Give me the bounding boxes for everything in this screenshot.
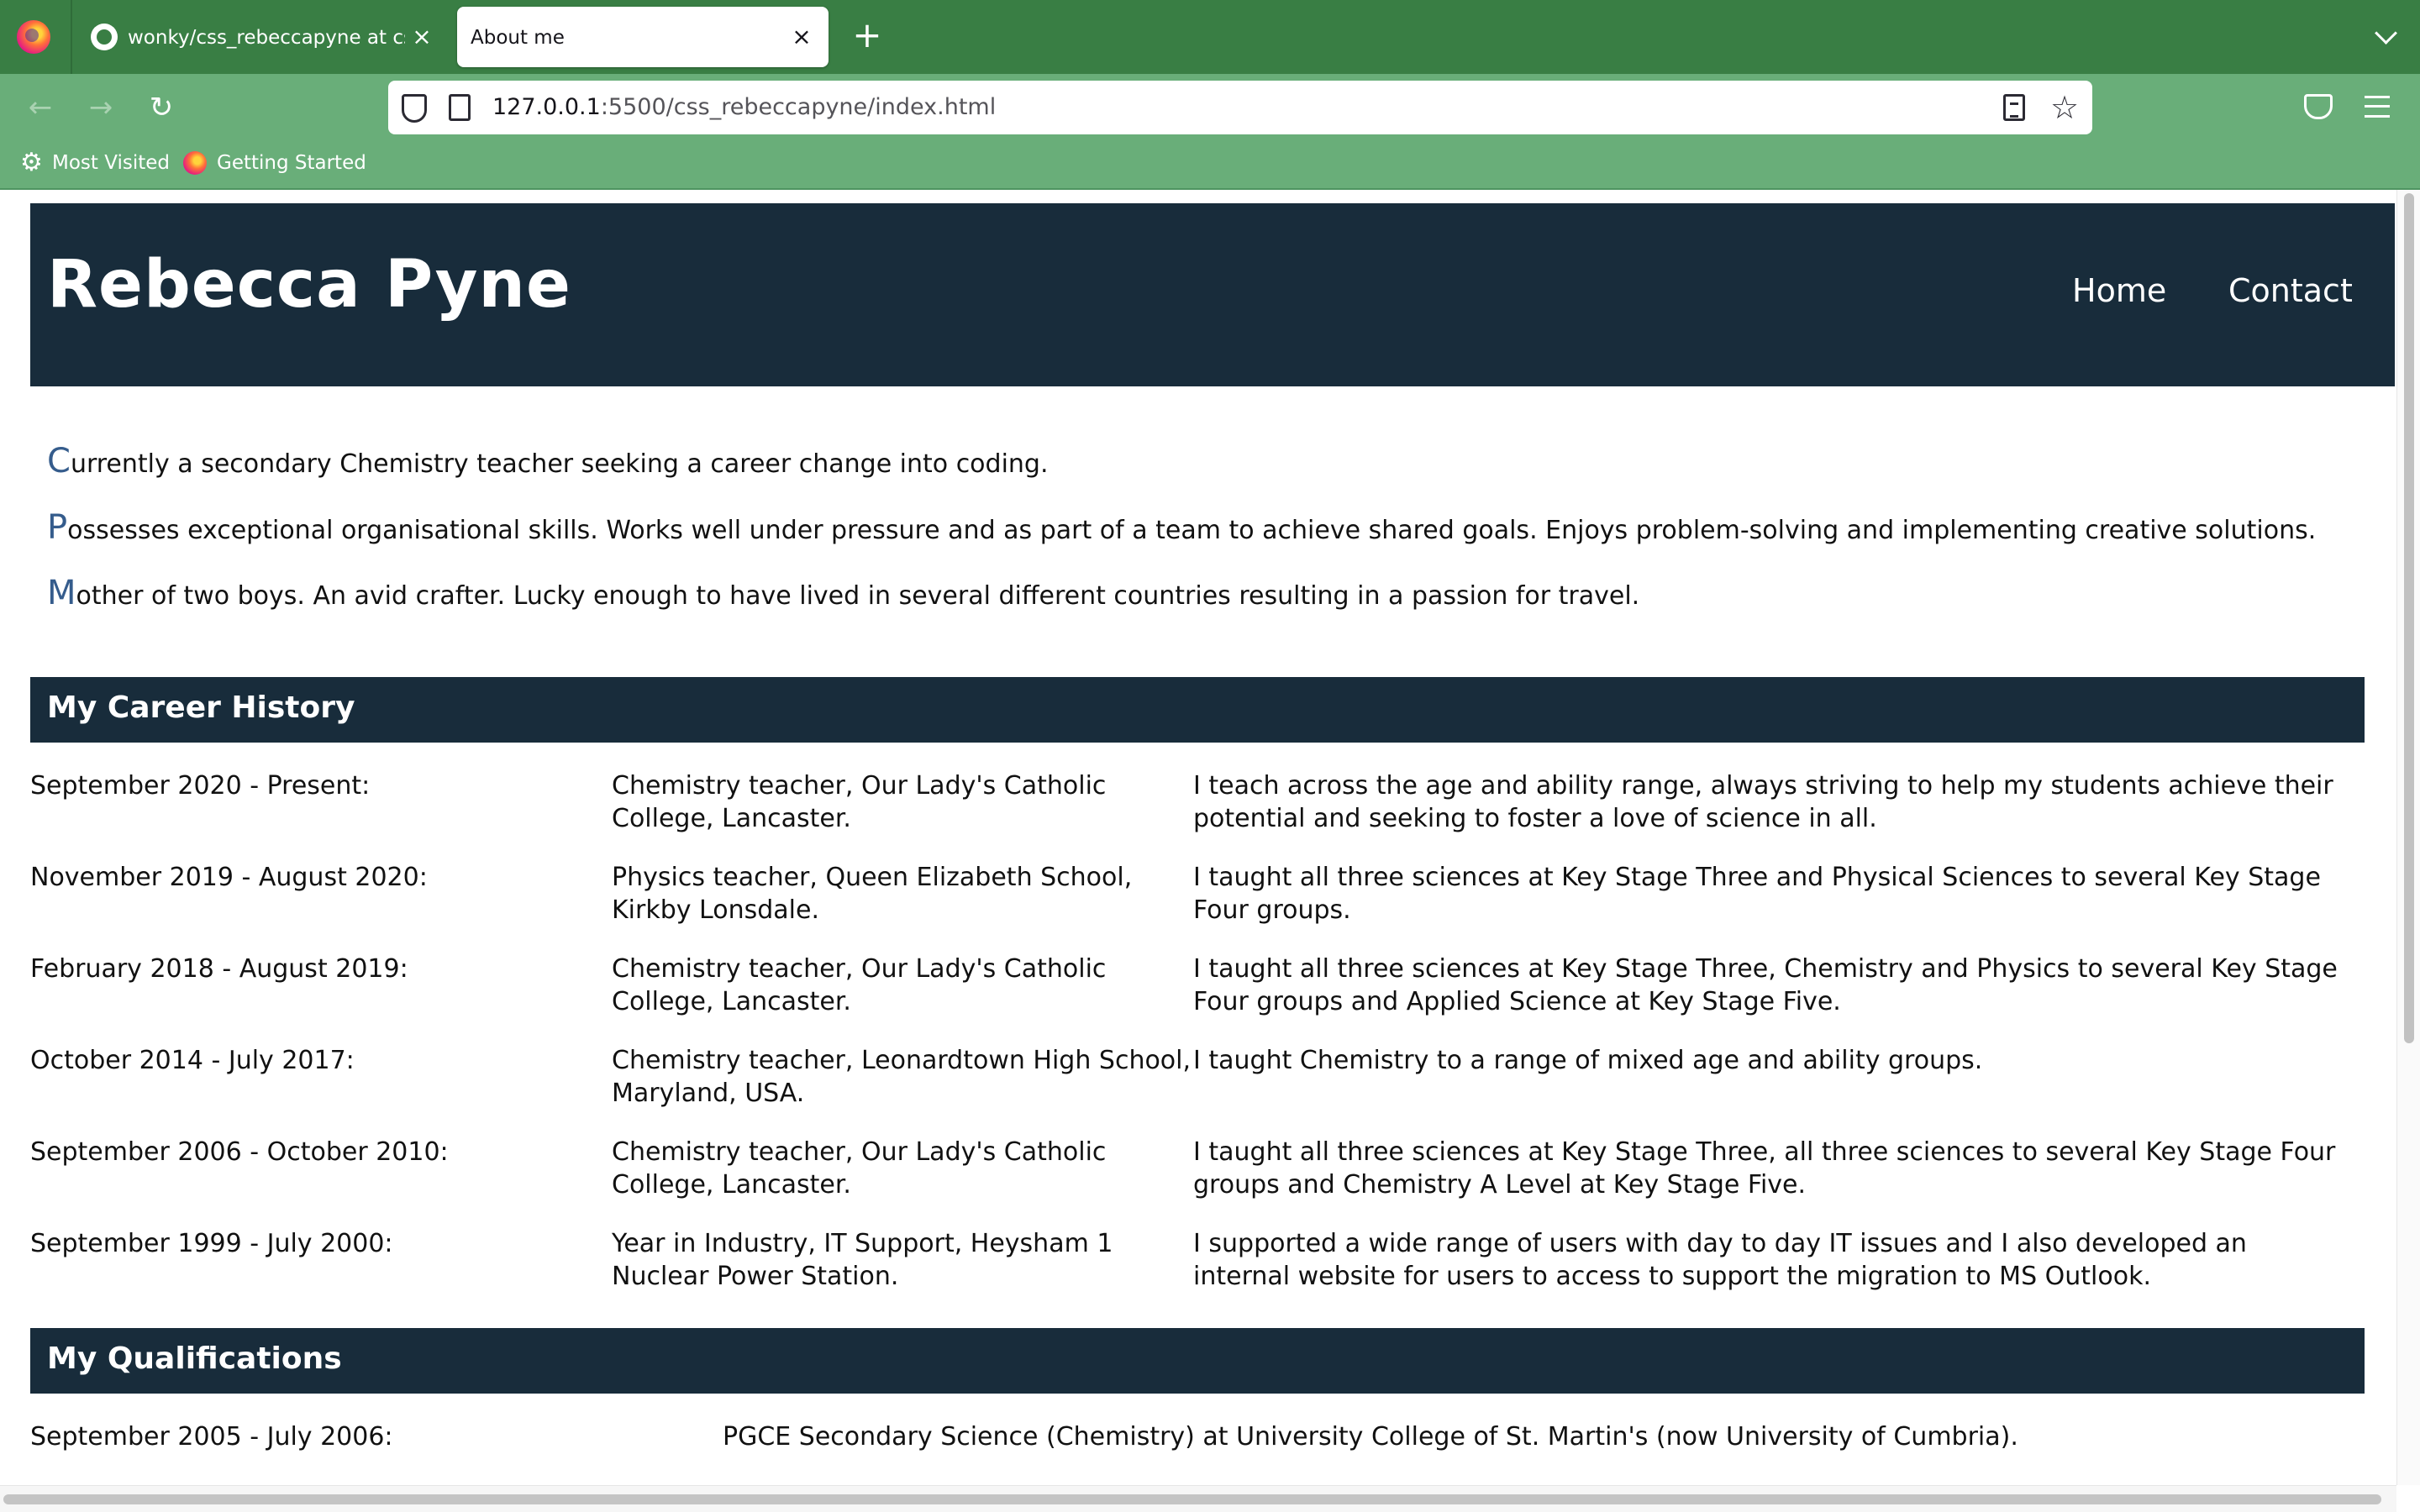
qualification-date: September 2005 - July 2006: [30,1422,393,1452]
tab-title: wonky/css_rebeccapyne at css_ [128,27,405,49]
tab-github[interactable]: wonky/css_rebeccapyne at css_ × [84,7,445,67]
back-arrow-icon[interactable]: ← [22,89,59,126]
career-date: October 2014 - July 2017: [30,1046,355,1075]
pocket-icon[interactable] [2304,94,2333,119]
career-description: I taught all three sciences at Key Stage… [1193,1136,2370,1201]
career-desc-line: I taught all three sciences at Key Stage… [1193,1137,2336,1167]
intro-text: ossesses exceptional organisational skil… [67,516,2317,545]
tab-title: About me [471,27,565,49]
nav-link-home[interactable]: Home [2072,272,2166,309]
shield-icon[interactable] [402,94,427,123]
tab-strip: wonky/css_rebeccapyne at css_ × About me… [0,0,2420,74]
tab-about-me[interactable]: About me × [457,7,829,67]
career-desc-line: internal website for users to access to … [1193,1262,2151,1291]
career-date: September 2020 - Present: [30,771,371,801]
career-desc-line: I taught all three sciences at Key Stage… [1193,863,2321,892]
career-desc-line: Four groups and Applied Science at Key S… [1193,987,1841,1016]
career-role-line: Chemistry teacher, Our Lady's Catholic [612,954,1107,984]
navigation-toolbar: ← → ↻ 127.0.0.1:5500/css_rebeccapyne/ind… [0,74,2420,141]
intro-paragraph: Possesses exceptional organisational ski… [47,508,2316,547]
career-desc-line: I taught all three sciences at Key Stage… [1193,954,2338,984]
github-icon [91,24,118,50]
career-description: I supported a wide range of users with d… [1193,1227,2370,1293]
career-role-line: Nuclear Power Station. [612,1262,899,1291]
career-description: I taught Chemistry to a range of mixed a… [1193,1044,2370,1077]
career-desc-line: I teach across the age and ability range… [1193,771,2333,801]
career-date: February 2018 - August 2019: [30,954,408,984]
career-role: Chemistry teacher, Leonardtown High Scho… [612,1044,1192,1110]
url-path: :5500/css_rebeccapyne/index.html [600,94,997,120]
intro-text: other of two boys. An avid crafter. Luck… [76,581,1640,611]
career-role-line: Chemistry teacher, Leonardtown High Scho… [612,1046,1192,1075]
career-date: September 1999 - July 2000: [30,1229,393,1258]
page-viewport: Rebecca Pyne Home Contact Currently a se… [0,190,2420,1512]
career-role-line: College, Lancaster. [612,987,851,1016]
forward-arrow-icon[interactable]: → [82,89,119,126]
career-role: Year in Industry, IT Support, Heysham 1 N… [612,1227,1192,1293]
intro-paragraph: Currently a secondary Chemistry teacher … [47,442,1049,480]
career-role-line: College, Lancaster. [612,804,851,833]
url-host: 127.0.0.1 [492,94,601,120]
drop-cap: C [47,442,71,480]
career-role-line: Chemistry teacher, Our Lady's Catholic [612,1137,1107,1167]
career-description: I taught all three sciences at Key Stage… [1193,953,2370,1018]
career-description: I taught all three sciences at Key Stage… [1193,861,2370,927]
career-role-line: Year in Industry, IT Support, Heysham 1 [612,1229,1113,1258]
section-title: My Career History [47,690,355,725]
new-tab-button[interactable]: + [849,18,886,55]
horizontal-scroll-thumb[interactable] [3,1494,2381,1504]
career-date: November 2019 - August 2020: [30,863,428,892]
url-text[interactable]: 127.0.0.1:5500/css_rebeccapyne/index.htm… [492,94,996,120]
career-role: Physics teacher, Queen Elizabeth School,… [612,861,1192,927]
horizontal-scrollbar[interactable] [0,1485,2396,1512]
career-role-line: College, Lancaster. [612,1170,851,1200]
bookmark-label: Getting Started [217,152,366,174]
career-date: September 2006 - October 2010: [30,1137,449,1167]
drop-cap: P [47,508,68,547]
reader-view-icon[interactable] [2003,94,2025,121]
section-title: My Qualifications [47,1341,342,1376]
bookmarks-toolbar: ⚙ Most Visited Getting Started [0,141,2420,190]
qualification-description: PGCE Secondary Science (Chemistry) at Un… [723,1422,2018,1452]
about-me-page: Rebecca Pyne Home Contact Currently a se… [0,190,2396,1485]
hamburger-menu-icon[interactable] [2365,96,2390,118]
gear-icon: ⚙ [20,148,43,177]
career-role-line: Kirkby Lonsdale. [612,895,819,925]
career-role-line: Physics teacher, Queen Elizabeth School, [612,863,1133,892]
career-desc-line: I supported a wide range of users with d… [1193,1229,2247,1258]
firefox-icon [183,151,207,175]
intro-text: urrently a secondary Chemistry teacher s… [70,449,1049,479]
close-tab-icon[interactable]: × [407,22,437,52]
bookmark-most-visited[interactable]: ⚙ Most Visited [20,148,170,177]
tab-separator [71,0,72,74]
career-role-line: Chemistry teacher, Our Lady's Catholic [612,771,1107,801]
vertical-scroll-thumb[interactable] [2404,193,2414,1043]
career-desc-line: Four groups. [1193,895,1351,925]
intro-paragraph: Mother of two boys. An avid crafter. Luc… [47,574,1639,612]
qualifications-heading-bar: My Qualifications [30,1328,2365,1394]
career-desc-line: potential and seeking to foster a love o… [1193,804,1877,833]
career-role: Chemistry teacher, Our Lady's Catholic Co… [612,1136,1192,1201]
bookmark-label: Most Visited [52,152,170,174]
nav-link-contact[interactable]: Contact [2228,272,2353,309]
bookmark-getting-started[interactable]: Getting Started [183,151,366,175]
bookmark-star-icon[interactable]: ☆ [2050,89,2079,126]
chevron-down-icon[interactable] [2370,20,2403,54]
career-role: Chemistry teacher, Our Lady's Catholic Co… [612,769,1192,835]
firefox-view-icon[interactable] [17,20,50,54]
drop-cap: M [47,574,76,612]
page-icon[interactable] [449,94,471,121]
site-title: Rebecca Pyne [47,247,571,323]
site-header: Rebecca Pyne Home Contact [30,203,2395,386]
career-desc-line: I taught Chemistry to a range of mixed a… [1193,1046,1983,1075]
career-description: I teach across the age and ability range… [1193,769,2370,835]
career-role: Chemistry teacher, Our Lady's Catholic Co… [612,953,1192,1018]
career-role-line: Maryland, USA. [612,1079,805,1108]
address-bar[interactable]: 127.0.0.1:5500/css_rebeccapyne/index.htm… [388,81,2092,134]
career-desc-line: groups and Chemistry A Level at Key Stag… [1193,1170,1807,1200]
career-history-heading-bar: My Career History [30,677,2365,743]
close-tab-icon[interactable]: × [786,22,817,52]
vertical-scrollbar[interactable] [2396,190,2420,1485]
reload-icon[interactable]: ↻ [143,89,180,126]
